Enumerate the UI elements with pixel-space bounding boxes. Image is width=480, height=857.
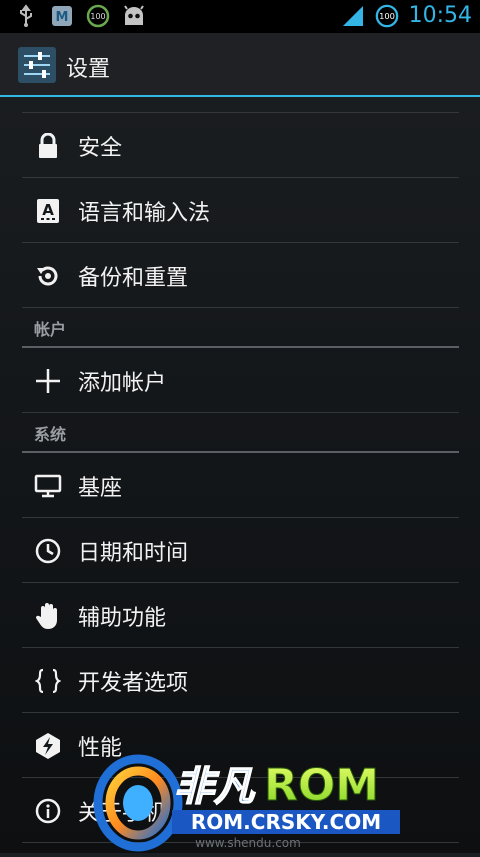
- svg-text:100: 100: [90, 12, 105, 21]
- clock-icon: [34, 537, 62, 565]
- settings-item-label: 语言和输入法: [78, 201, 211, 226]
- settings-item-security[interactable]: 安全: [22, 113, 459, 178]
- settings-item-label: 安全: [78, 136, 123, 161]
- notification-app-icon: M: [50, 4, 74, 28]
- settings-item-label: 日期和时间: [78, 541, 189, 566]
- rom-watermark: 非凡 ROM ROM.CRSKY.COM www.shendu.com: [92, 748, 412, 853]
- performance-bolt-icon: [34, 732, 62, 760]
- settings-item-developer-options[interactable]: 开发者选项: [22, 648, 459, 713]
- watermark-brand: 非凡: [174, 764, 256, 810]
- settings-sliders-icon[interactable]: [18, 47, 56, 83]
- watermark-url: ROM.CRSKY.COM: [191, 810, 381, 834]
- lock-icon: [34, 132, 62, 160]
- watermark-brand-rom: ROM: [264, 760, 379, 811]
- plus-icon: [34, 367, 62, 395]
- watermark-subtext: www.shendu.com: [195, 836, 301, 850]
- battery-icon: 100: [375, 4, 399, 28]
- section-header-system: 系统: [22, 413, 459, 453]
- settings-item-label: 备份和重置: [78, 266, 189, 291]
- settings-item-label: 添加帐户: [78, 371, 167, 396]
- status-bar: M 100 100 10:54: [0, 0, 480, 33]
- usb-icon: [14, 4, 38, 28]
- settings-item-backup-reset[interactable]: 备份和重置: [22, 243, 459, 308]
- action-bar: 设置: [0, 33, 480, 97]
- settings-item-accessibility[interactable]: 辅助功能: [22, 583, 459, 648]
- svg-text:A: A: [42, 201, 54, 219]
- settings-item-label: 开发者选项: [78, 671, 189, 696]
- section-header-accounts: 帐户: [22, 308, 459, 348]
- info-icon: [34, 797, 62, 825]
- battery-app-icon: 100: [86, 4, 110, 28]
- settings-item-dock[interactable]: 基座: [22, 453, 459, 518]
- braces-icon: [34, 667, 62, 695]
- signal-icon: [341, 4, 365, 28]
- section-header-label: 系统: [34, 425, 67, 444]
- settings-item-date-time[interactable]: 日期和时间: [22, 518, 459, 583]
- settings-item-language-input[interactable]: A 语言和输入法: [22, 178, 459, 243]
- dock-monitor-icon: [34, 472, 62, 500]
- hand-icon: [34, 602, 62, 630]
- settings-item-label: 基座: [78, 476, 123, 501]
- section-header-label: 帐户: [34, 320, 67, 339]
- settings-list: 安全 A 语言和输入法 备份和重置 帐户 添加帐户 系统 基座 日期和时间 辅助…: [22, 112, 459, 843]
- status-clock: 10:54: [408, 3, 472, 28]
- svg-text:100: 100: [379, 11, 395, 21]
- android-robot-icon: [122, 4, 146, 28]
- backup-restore-icon: [34, 262, 62, 290]
- page-title: 设置: [66, 57, 111, 82]
- settings-item-add-account[interactable]: 添加帐户: [22, 348, 459, 413]
- keyboard-a-icon: A: [34, 197, 62, 225]
- settings-item-label: 辅助功能: [78, 606, 167, 631]
- svg-text:M: M: [56, 10, 69, 25]
